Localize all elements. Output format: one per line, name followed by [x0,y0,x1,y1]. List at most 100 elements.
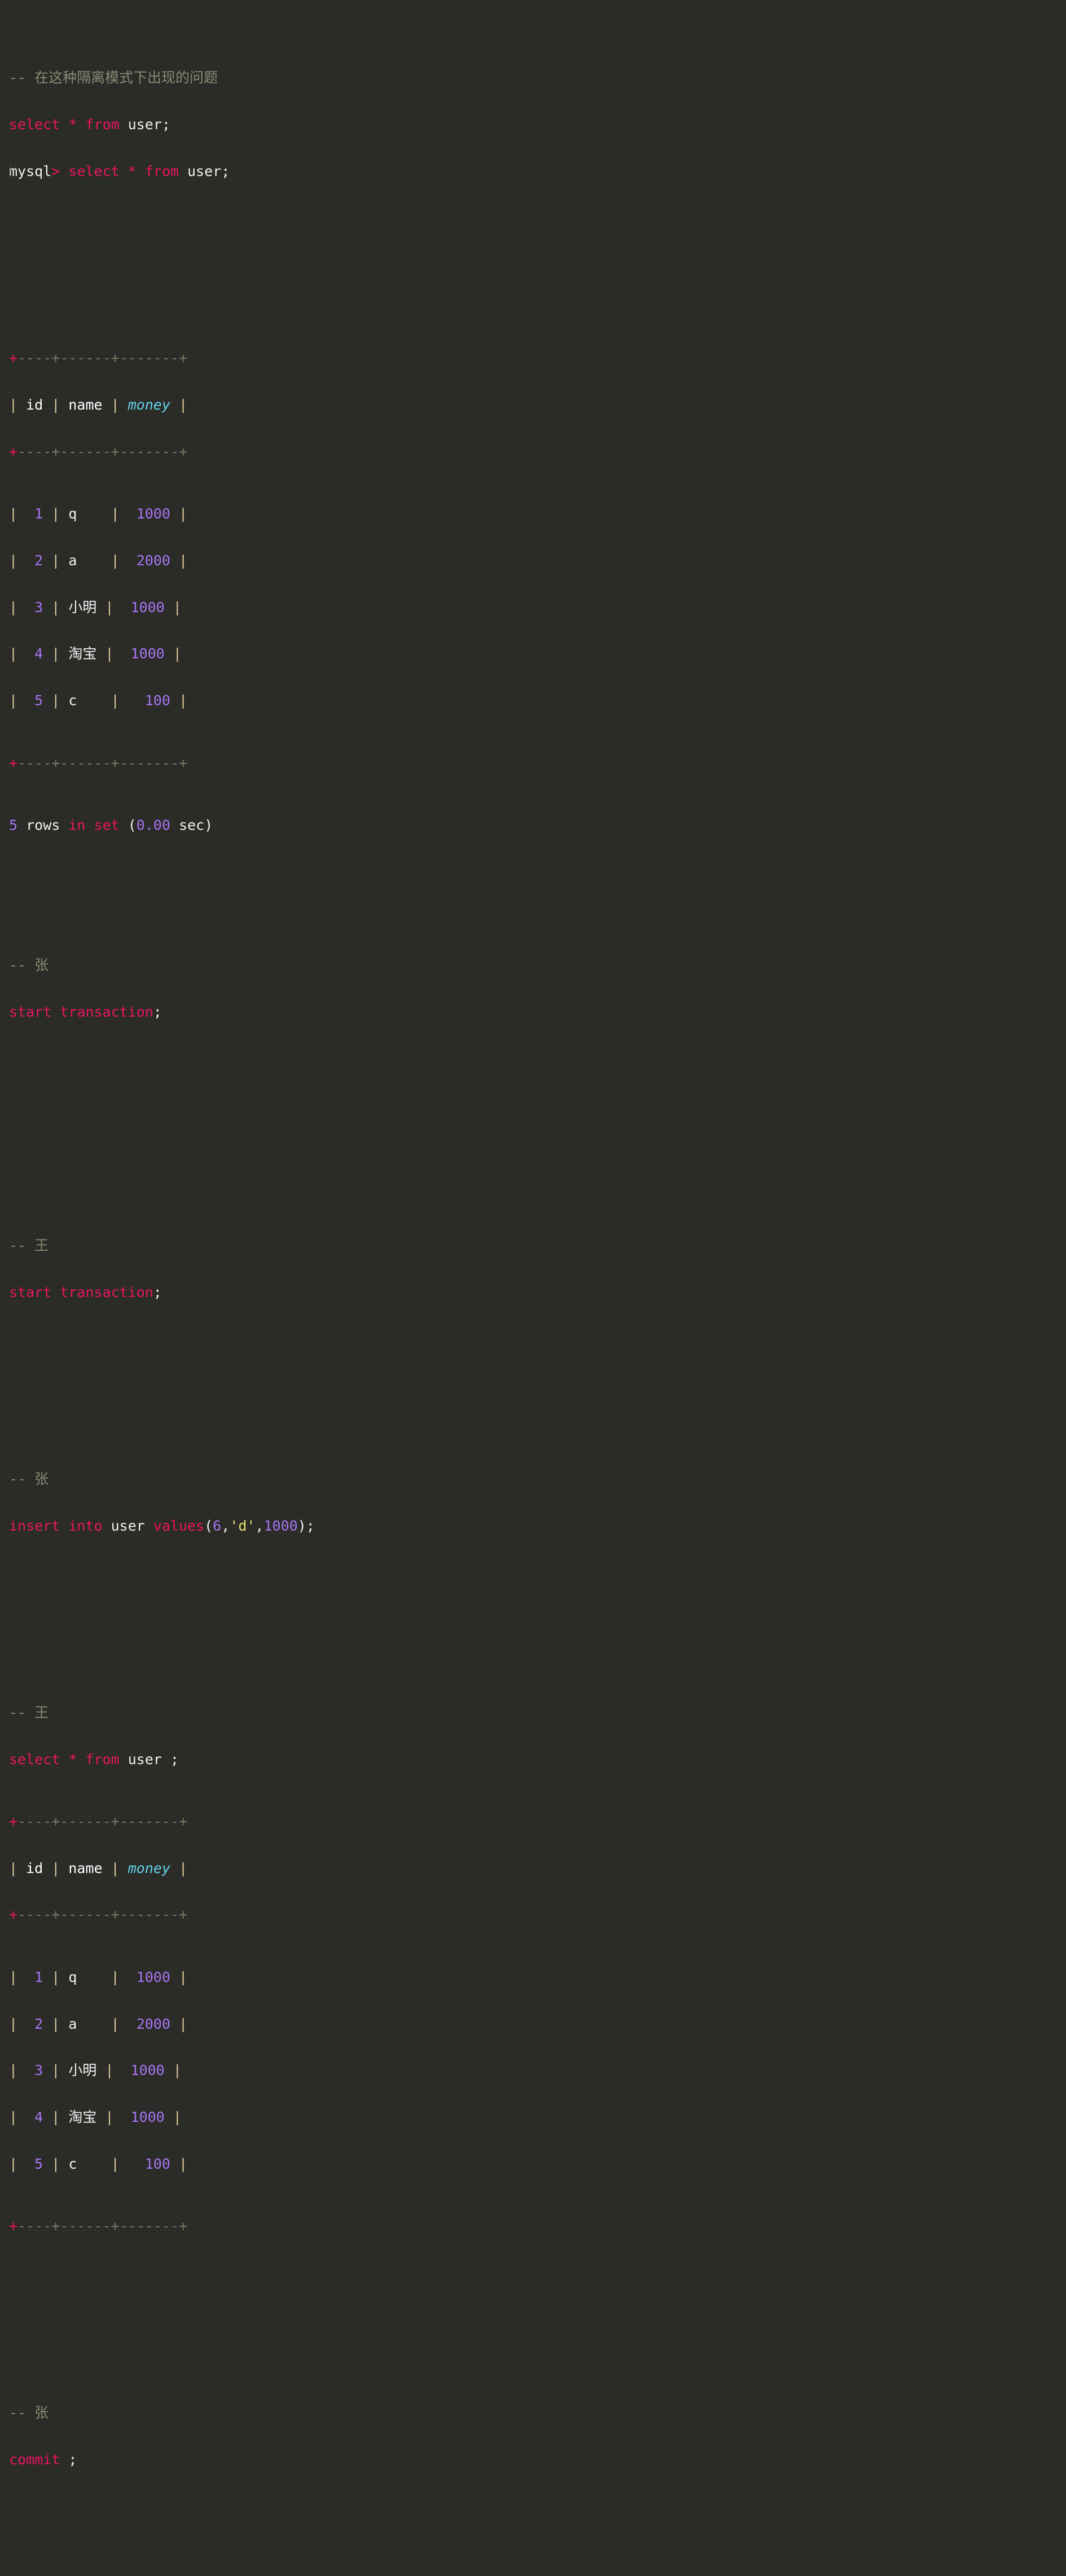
cell-id: 2 [34,2015,43,2032]
table-bar: | [43,1968,69,1985]
table-row: | 1 | q | 1000 | [0,506,1066,522]
line-comment-zhang: -- 张 [0,1471,1066,1487]
table-bar: | [43,599,69,616]
column-header-name: name [68,1860,103,1876]
table-corner-plus: + [111,1813,120,1830]
cell-name: 淘宝 [68,645,97,662]
value-money: 1000 [263,1517,298,1534]
table-bar: | [43,505,69,522]
table-bar: | [43,2062,69,2079]
column-header-id: id [26,1860,43,1876]
cell-name: c [68,692,77,709]
table-corner-plus: + [51,2218,60,2235]
mysql-prompt: mysql [9,162,52,179]
table-bar: | [170,552,188,569]
table-bar: | [170,692,188,709]
table-bar: | [170,2155,188,2172]
table-corner-plus: + [111,350,120,367]
sql-star: * [60,116,86,133]
table-bar: | [105,2109,131,2126]
line-rows-in-set: 5 rows in set (0.00 sec) [0,817,1066,833]
sql-keyword-start-transaction: start transaction [9,1283,153,1300]
sql-keyword-select: select [9,1751,60,1768]
table-corner-plus: + [51,443,60,460]
cell-pad [77,692,111,709]
table-bar: | [43,2109,69,2126]
table-corner-plus: + [111,2218,120,2235]
comma: , [221,1517,230,1534]
sql-table-user: user ; [119,1751,179,1768]
table-bar: | [164,599,182,616]
table-corner-plus: + [51,1906,60,1923]
table-bar: | [9,552,35,569]
cell-id: 5 [34,2155,43,2172]
table-dash: ------ [60,350,111,367]
table-corner-plus: + [9,1813,18,1830]
table-bar: | [9,645,35,662]
cell-name: c [68,2155,77,2172]
timing-open: ( [119,816,136,833]
table-bar: | [111,2015,136,2032]
table-bar: | [9,505,35,522]
column-header-money: money [127,396,171,413]
table-row: | 4 | 淘宝 | 1000 | [0,2109,1066,2125]
sql-keyword-from: from [85,116,120,133]
timing-value: 0.00 [136,816,171,833]
table-corner-plus: + [179,443,188,460]
line-start-transaction-wang: start transaction; [0,1283,1066,1300]
sql-keyword-values: values [153,1517,205,1534]
sql-keyword-start-transaction: start transaction [9,1004,153,1020]
table-bar: | [164,2109,182,2126]
line-start-transaction-zhang: start transaction; [0,1004,1066,1020]
table-bar: | [102,1860,128,1876]
cell-id: 2 [34,552,43,569]
table-corner-plus: + [9,1906,18,1923]
cell-money: 1000 [130,2062,165,2079]
line-select-wang: select * from user ; [0,1751,1066,1768]
table-rule-bottom: +----+------+-------+ [0,2218,1066,2234]
table-rule-mid: +----+------+-------+ [0,443,1066,460]
cell-name: a [68,2015,77,2032]
table-bar: | [170,1860,188,1876]
rows-word: rows [17,816,69,833]
table-dash: ------- [119,1906,179,1923]
table-header-row: | id | name | money | [0,397,1066,413]
table-corner-plus: + [51,754,60,771]
table-bar: | [164,645,182,662]
row-count: 5 [9,816,18,833]
table-row: | 5 | c | 100 | [0,693,1066,709]
table-corner-plus: + [179,754,188,771]
table-corner-plus: + [111,443,120,460]
comment-text: -- 在这种隔离模式下出现的问题 [9,69,218,86]
table-dash: ------ [60,1813,111,1830]
line-comment-zhang: -- 张 [0,2405,1066,2421]
semicolon: ; [60,2451,77,2468]
sql-keyword-from: from [144,162,179,179]
comment-text: -- 张 [9,2404,49,2421]
table-bar: | [9,1860,27,1876]
line-prompt-select-1: mysql> select * from user; [0,164,1066,179]
table-row: | 3 | 小明 | 1000 | [0,2063,1066,2078]
table-bar: | [43,1860,69,1876]
cell-name: q [68,505,77,522]
sql-star: * [60,1751,86,1768]
cell-pad [96,645,105,662]
table-header-row: | id | name | money | [0,1860,1066,1876]
cell-name: q [68,1968,77,1985]
table-bar: | [170,1968,188,1985]
code-editor[interactable]: -- 在这种隔离模式下出现的问题 select * from user; mys… [0,0,1066,2576]
cell-money: 1000 [130,645,165,662]
table-dash: ------- [119,443,179,460]
table-dash: ------ [60,1906,111,1923]
cell-id: 3 [34,2062,43,2079]
sql-keyword-select: select [68,162,120,179]
